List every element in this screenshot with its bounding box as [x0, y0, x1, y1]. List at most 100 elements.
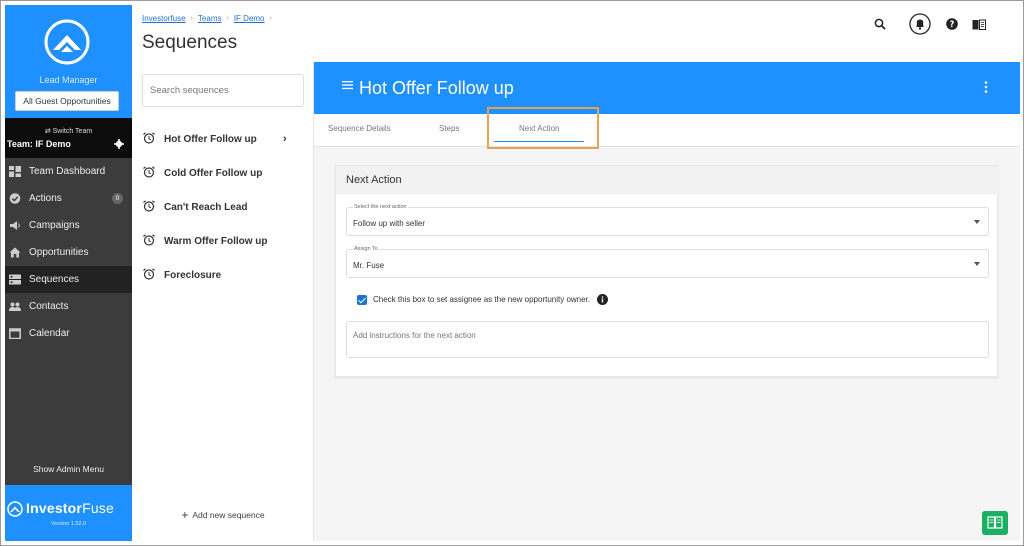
breadcrumb-investorfuse[interactable]: Investorfuse — [142, 14, 186, 23]
assign-to-select-value: Mr. Fuse — [353, 261, 385, 270]
breadcrumb-teams[interactable]: Teams — [198, 14, 222, 23]
sidebar-item-contacts[interactable]: Contacts — [5, 293, 132, 320]
gear-icon[interactable] — [114, 139, 124, 149]
book-icon[interactable] — [972, 19, 986, 30]
next-action-select[interactable]: Select the next action Follow up with se… — [346, 204, 989, 236]
tab-sequence-details[interactable]: Sequence Details — [328, 124, 391, 133]
next-action-card: Next Action Select the next action Follo… — [335, 165, 999, 377]
sidebar-item-label: Calendar — [29, 328, 70, 339]
detail-tabs: Sequence Details Steps Next Action — [314, 114, 1020, 147]
next-action-select-label: Select the next action — [353, 204, 408, 210]
sidebar-header: Lead Manager All Guest Opportunities — [5, 5, 132, 118]
assign-to-select-label: Assign To — [353, 246, 379, 252]
sidebar-item-team-dashboard[interactable]: Team Dashboard — [5, 158, 132, 185]
hamburger-menu-icon[interactable] — [342, 80, 353, 90]
sequence-item-cant-reach-lead[interactable]: Can't Reach Lead — [132, 190, 314, 224]
sidebar-item-opportunities[interactable]: Opportunities — [5, 239, 132, 266]
team-switcher: ⇄ Switch Team Team: IF Demo — [5, 118, 132, 158]
assignee-owner-checkbox[interactable] — [357, 294, 367, 305]
add-new-sequence-label: Add new sequence — [192, 510, 265, 520]
chevron-down-icon — [974, 220, 980, 224]
search-sequences-input[interactable] — [142, 74, 304, 107]
assign-to-select[interactable]: Assign To Mr. Fuse — [346, 246, 989, 278]
sequence-item-label: Can't Reach Lead — [164, 201, 248, 213]
show-admin-menu-link[interactable]: Show Admin Menu — [5, 464, 132, 474]
sequence-item-foreclosure[interactable]: Foreclosure — [132, 258, 314, 292]
svg-text:?: ? — [950, 20, 955, 30]
search-icon[interactable] — [874, 18, 886, 30]
brand-name-bold: Investor — [26, 500, 83, 516]
breadcrumb-separator-icon: › — [190, 15, 193, 22]
lead-manager-label: Lead Manager — [39, 75, 98, 85]
breadcrumb-separator-icon: › — [269, 15, 272, 22]
list-icon — [9, 274, 21, 285]
check-circle-icon — [9, 193, 21, 204]
investorfuse-logo-icon — [7, 501, 23, 517]
app-window: Lead Manager All Guest Opportunities ⇄ S… — [0, 0, 1024, 546]
sidebar-item-label: Sequences — [29, 274, 80, 285]
sequence-item-warm-offer-follow-up[interactable]: Warm Offer Follow up — [132, 224, 314, 258]
next-action-select-value: Follow up with seller — [353, 219, 426, 228]
assignee-owner-checkbox-row: Check this box to set assignee as the ne… — [357, 294, 609, 305]
sidebar-item-label: Campaigns — [29, 220, 80, 231]
sidebar-item-calendar[interactable]: Calendar — [5, 320, 132, 347]
info-icon[interactable] — [597, 294, 609, 305]
sequence-list-panel: Hot Offer Follow up › Cold Offer Follow … — [132, 62, 314, 541]
sidebar-nav: Team Dashboard Actions 0 Campaigns Oppor… — [5, 158, 132, 347]
team-name: Team: IF Demo — [7, 139, 71, 149]
sequence-item-cold-offer-follow-up[interactable]: Cold Offer Follow up — [132, 156, 314, 190]
sequence-list: Hot Offer Follow up › Cold Offer Follow … — [132, 122, 314, 292]
tab-highlight-box — [487, 107, 599, 149]
people-icon — [9, 302, 21, 311]
chevron-right-icon: › — [283, 133, 287, 145]
alarm-clock-icon — [143, 268, 155, 280]
investorfuse-logo-icon[interactable] — [44, 19, 90, 65]
bell-icon[interactable] — [909, 13, 931, 35]
dashboard-icon — [9, 166, 21, 177]
sidebar: Lead Manager All Guest Opportunities ⇄ S… — [5, 5, 132, 541]
brand-name: InvestorFuse — [26, 500, 114, 516]
alarm-clock-icon — [143, 200, 155, 212]
actions-count-badge: 0 — [112, 193, 123, 204]
version-label: Version 1.52.0 — [50, 521, 87, 527]
more-options-icon[interactable] — [984, 80, 988, 94]
breadcrumb-if-demo[interactable]: IF Demo — [234, 14, 265, 23]
sequence-item-label: Cold Offer Follow up — [164, 167, 263, 179]
sidebar-item-actions[interactable]: Actions 0 — [5, 185, 132, 212]
sequence-detail-panel: Hot Offer Follow up Sequence Details Ste… — [314, 62, 1020, 541]
calendar-icon — [9, 328, 21, 339]
all-guest-opportunities-button[interactable]: All Guest Opportunities — [15, 91, 119, 111]
sidebar-item-label: Team Dashboard — [29, 166, 106, 177]
sidebar-item-campaigns[interactable]: Campaigns — [5, 212, 132, 239]
book-help-button-icon[interactable] — [982, 511, 1008, 535]
help-icon[interactable]: ? — [946, 18, 958, 30]
megaphone-icon — [10, 221, 20, 230]
alarm-clock-icon — [143, 132, 155, 144]
sidebar-item-label: Opportunities — [29, 247, 89, 258]
switch-team-link[interactable]: ⇄ Switch Team — [5, 127, 132, 135]
sidebar-item-label: Actions — [29, 193, 62, 204]
sequence-item-label: Warm Offer Follow up — [164, 235, 268, 247]
detail-header: Hot Offer Follow up — [314, 62, 1020, 114]
instructions-textarea[interactable] — [346, 321, 989, 358]
sidebar-item-sequences[interactable]: Sequences — [5, 266, 132, 293]
sequence-item-hot-offer-follow-up[interactable]: Hot Offer Follow up › — [132, 122, 314, 156]
breadcrumb: Investorfuse › Teams › IF Demo › — [142, 14, 272, 23]
assignee-owner-checkbox-label: Check this box to set assignee as the ne… — [373, 295, 591, 304]
card-title: Next Action — [346, 174, 402, 186]
card-header: Next Action — [336, 166, 999, 194]
sequence-item-label: Foreclosure — [164, 269, 222, 281]
breadcrumb-separator-icon: › — [226, 15, 229, 22]
plus-icon: + — [181, 508, 189, 522]
sequence-item-label: Hot Offer Follow up — [164, 133, 257, 145]
home-icon — [9, 247, 21, 258]
page-title: Sequences — [142, 32, 238, 53]
sequence-title: Hot Offer Follow up — [359, 78, 514, 98]
brand-name-thin: Fuse — [82, 500, 114, 516]
alarm-clock-icon — [143, 234, 155, 246]
chevron-down-icon — [974, 262, 980, 266]
add-new-sequence-button[interactable]: + Add new sequence — [132, 508, 314, 522]
tab-steps[interactable]: Steps — [439, 124, 459, 133]
sidebar-footer: InvestorFuse Version 1.52.0 — [5, 485, 132, 541]
sidebar-item-label: Contacts — [29, 301, 69, 312]
